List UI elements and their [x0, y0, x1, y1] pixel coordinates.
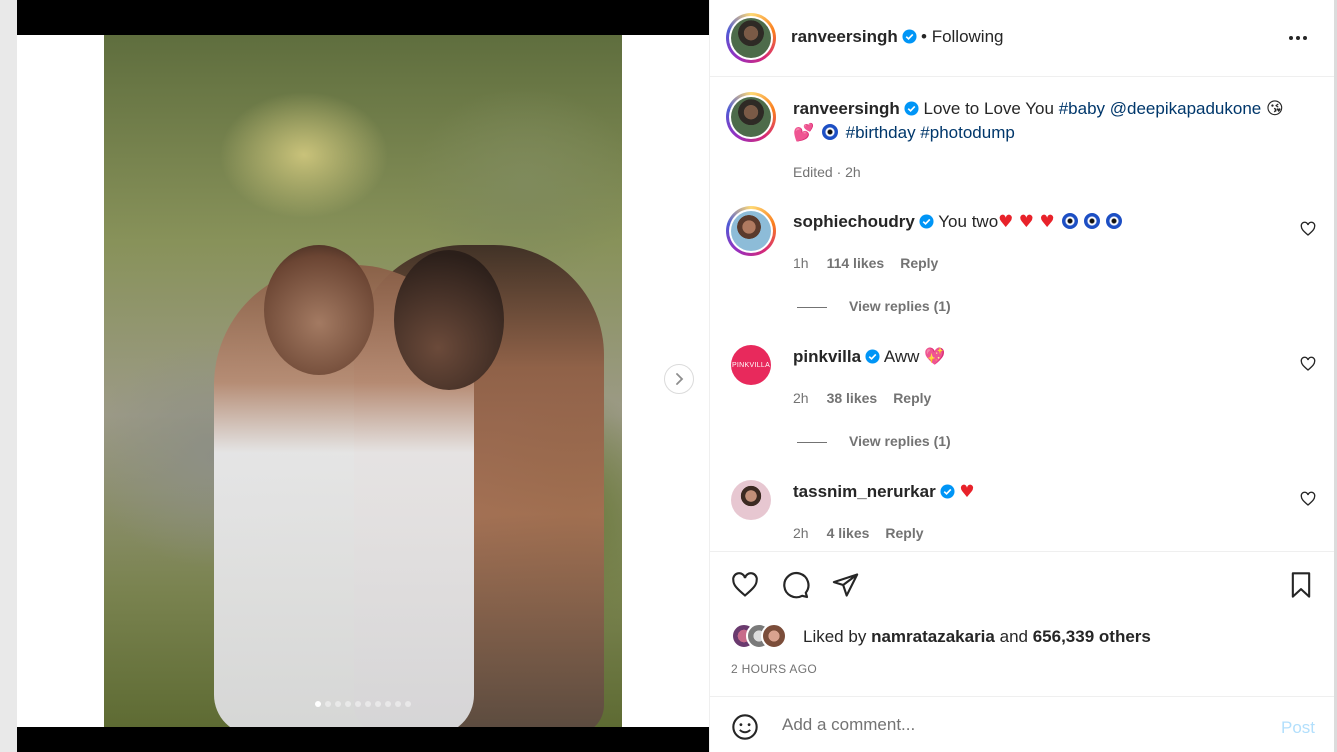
comment-3: tassnim_nerurkar ♥ — [793, 480, 1293, 504]
post-timestamp: 2 HOURS AGO — [731, 662, 817, 676]
media-letterbox-top — [17, 0, 709, 35]
photo-head-2 — [394, 250, 504, 390]
verified-icon — [919, 214, 934, 229]
comment-likes[interactable]: 38 likes — [827, 390, 878, 406]
caption-meta: Edited · 2h — [793, 164, 861, 180]
comment-likes[interactable]: 4 likes — [827, 525, 870, 541]
likes-summary: Liked by namratazakaria and 656,339 othe… — [803, 627, 1151, 647]
caption-username[interactable]: ranveersingh — [793, 99, 900, 118]
post-header: ranveersingh • Following — [710, 0, 1334, 77]
evil-eye-emoji — [1084, 213, 1101, 229]
sparkling-heart-emoji: 💖 — [924, 347, 946, 367]
comment-icon[interactable] — [781, 571, 810, 600]
hashtag-baby[interactable]: #baby — [1059, 99, 1105, 118]
evil-eye-emoji — [1106, 213, 1123, 229]
kiss-emoji: 😘 — [1266, 99, 1284, 119]
post-media — [17, 0, 709, 752]
comment-time: 1h — [793, 255, 809, 271]
hearts-emoji: 💕 — [793, 123, 815, 143]
comment-text: Aww — [883, 347, 920, 366]
carousel-dot — [395, 701, 401, 707]
view-replies-button[interactable]: View replies (1) — [797, 433, 951, 449]
comment-meta: 2h 4 likes Reply — [793, 525, 924, 541]
photo-head-1 — [264, 245, 374, 375]
carousel-dot — [335, 701, 341, 707]
separator-dot: • — [921, 27, 927, 46]
comment-like-icon[interactable] — [1300, 356, 1316, 372]
more-icon[interactable] — [1287, 28, 1309, 48]
bookmark-icon[interactable] — [1288, 571, 1314, 599]
comment-username[interactable]: pinkvilla — [793, 347, 861, 366]
evil-eye-emoji — [821, 124, 838, 140]
carousel-dot — [375, 701, 381, 707]
reply-button[interactable]: Reply — [900, 255, 938, 271]
comment-time: 2h — [793, 390, 809, 406]
emoji-icon[interactable] — [731, 713, 759, 741]
post-actions: Liked by namratazakaria and 656,339 othe… — [710, 551, 1334, 697]
liked-by-user[interactable]: namratazakaria — [871, 627, 995, 646]
carousel-dot — [315, 701, 321, 707]
follow-status-button[interactable]: Following — [932, 27, 1004, 46]
hashtags-link[interactable]: #birthday #photodump — [846, 123, 1015, 142]
mention-link[interactable]: @deepikapadukone — [1110, 99, 1262, 118]
caption-text: Love to Love You — [923, 99, 1054, 118]
comment-input[interactable] — [780, 712, 1254, 738]
likes-prefix: Liked by — [803, 627, 867, 646]
comment-2: pinkvilla Aww 💖 — [793, 345, 1293, 369]
view-replies-label: View replies (1) — [849, 433, 951, 449]
reply-button[interactable]: Reply — [885, 525, 923, 541]
media-letterbox-bottom — [17, 727, 709, 752]
comment-avatar[interactable] — [731, 480, 771, 520]
comment-username[interactable]: sophiechoudry — [793, 212, 915, 231]
follow-status-wrap: • Following — [921, 27, 1004, 47]
comment-likes[interactable]: 114 likes — [827, 255, 885, 271]
post-photo[interactable] — [104, 35, 622, 727]
next-slide-button[interactable] — [664, 364, 694, 394]
red-heart-emoji: ♥ — [959, 482, 975, 502]
verified-icon — [940, 484, 955, 499]
likes-count[interactable]: 656,339 others — [1033, 627, 1151, 646]
chevron-right-icon — [676, 373, 684, 385]
add-comment-bar: Post — [710, 696, 1334, 752]
carousel-dot — [405, 701, 411, 707]
post-side-panel: ranveersingh • Following ranveersingh Lo… — [709, 0, 1334, 752]
caption-avatar[interactable] — [726, 92, 776, 142]
verified-icon — [865, 349, 880, 364]
carousel-dot — [325, 701, 331, 707]
carousel-dots — [104, 701, 622, 707]
share-icon[interactable] — [831, 571, 860, 599]
red-heart-emoji: ♥ ♥ ♥ — [998, 212, 1055, 232]
reply-button[interactable]: Reply — [893, 390, 931, 406]
comment-avatar[interactable]: PINKVILLA — [731, 345, 771, 385]
comment-meta: 2h 38 likes Reply — [793, 390, 931, 406]
comment-time: 2h — [793, 525, 809, 541]
comment-like-icon[interactable] — [1300, 221, 1316, 237]
carousel-dot — [355, 701, 361, 707]
comment-text: You two — [938, 212, 999, 231]
post-caption: ranveersingh Love to Love You #baby @dee… — [793, 97, 1308, 184]
post-comment-button[interactable]: Post — [1281, 718, 1315, 738]
liker-avatar — [761, 623, 787, 649]
heart-icon[interactable] — [730, 571, 760, 599]
comment-meta: 1h 114 likes Reply — [793, 255, 938, 271]
evil-eye-emoji — [1062, 213, 1079, 229]
verified-icon — [904, 101, 919, 116]
view-replies-label: View replies (1) — [849, 298, 951, 314]
author-username-wrap: ranveersingh — [791, 27, 917, 47]
comment-like-icon[interactable] — [1300, 491, 1316, 507]
carousel-dot — [345, 701, 351, 707]
author-avatar[interactable] — [726, 13, 776, 63]
comment-1: sophiechoudry You two♥ ♥ ♥ — [793, 210, 1293, 234]
carousel-dot — [365, 701, 371, 707]
comment-avatar[interactable] — [726, 206, 776, 256]
window-edge — [0, 0, 17, 752]
view-replies-button[interactable]: View replies (1) — [797, 298, 951, 314]
carousel-dot — [385, 701, 391, 707]
comment-username[interactable]: tassnim_nerurkar — [793, 482, 936, 501]
author-username[interactable]: ranveersingh — [791, 27, 898, 46]
verified-icon — [902, 29, 917, 44]
likes-middle: and — [999, 627, 1028, 646]
